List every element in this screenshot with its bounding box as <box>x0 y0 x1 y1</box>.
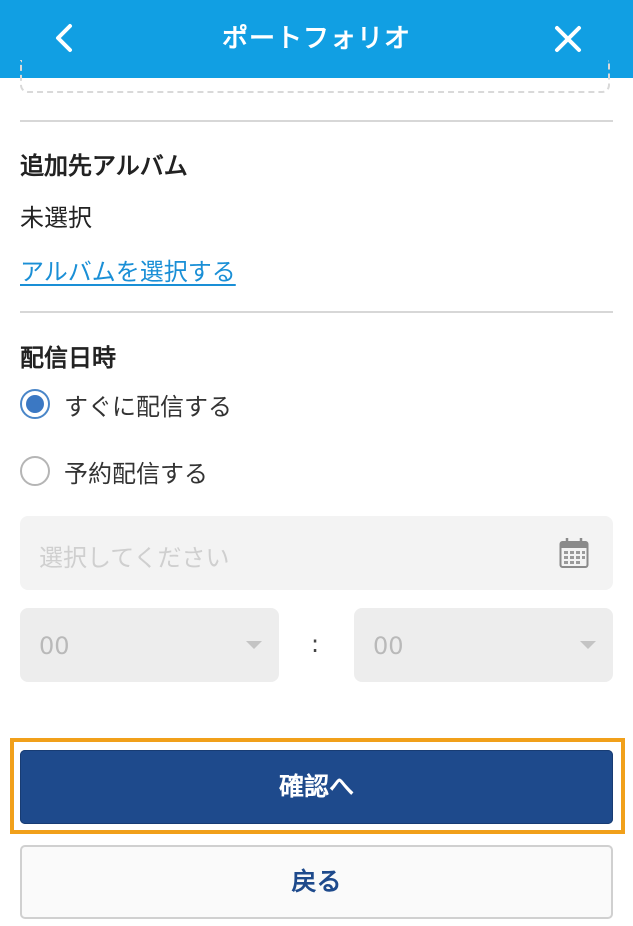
back-button-bottom[interactable]: 戻る <box>20 845 613 919</box>
section-divider <box>20 120 613 122</box>
close-icon <box>555 26 581 52</box>
minute-value: 00 <box>373 632 404 660</box>
album-status: 未選択 <box>20 204 92 232</box>
radio-label: すぐに配信する <box>64 392 232 421</box>
select-album-link[interactable]: アルバムを選択する <box>20 252 236 287</box>
close-button[interactable] <box>548 19 588 59</box>
upload-dropzone[interactable] <box>20 60 610 93</box>
confirm-button[interactable]: 確認へ <box>20 750 613 824</box>
radio-label: 予約配信する <box>64 459 208 488</box>
delivery-section-title: 配信日時 <box>20 344 116 372</box>
section-divider <box>20 311 613 313</box>
minute-select[interactable]: 00 <box>354 608 613 682</box>
time-separator: : <box>311 630 320 658</box>
hour-value: 00 <box>39 632 70 660</box>
dropdown-arrow-icon <box>246 641 262 649</box>
date-placeholder: 選択してください <box>39 544 230 572</box>
radio-button[interactable] <box>20 456 50 486</box>
album-section-title: 追加先アルバム <box>20 152 188 180</box>
calendar-icon[interactable] <box>559 537 589 569</box>
radio-scheduled[interactable]: 予約配信する <box>20 453 208 489</box>
date-input[interactable]: 選択してください <box>20 516 613 590</box>
radio-deliver-now[interactable]: すぐに配信する <box>20 386 232 422</box>
hour-select[interactable]: 00 <box>20 608 279 682</box>
dropdown-arrow-icon <box>580 641 596 649</box>
radio-button-checked[interactable] <box>20 389 50 419</box>
